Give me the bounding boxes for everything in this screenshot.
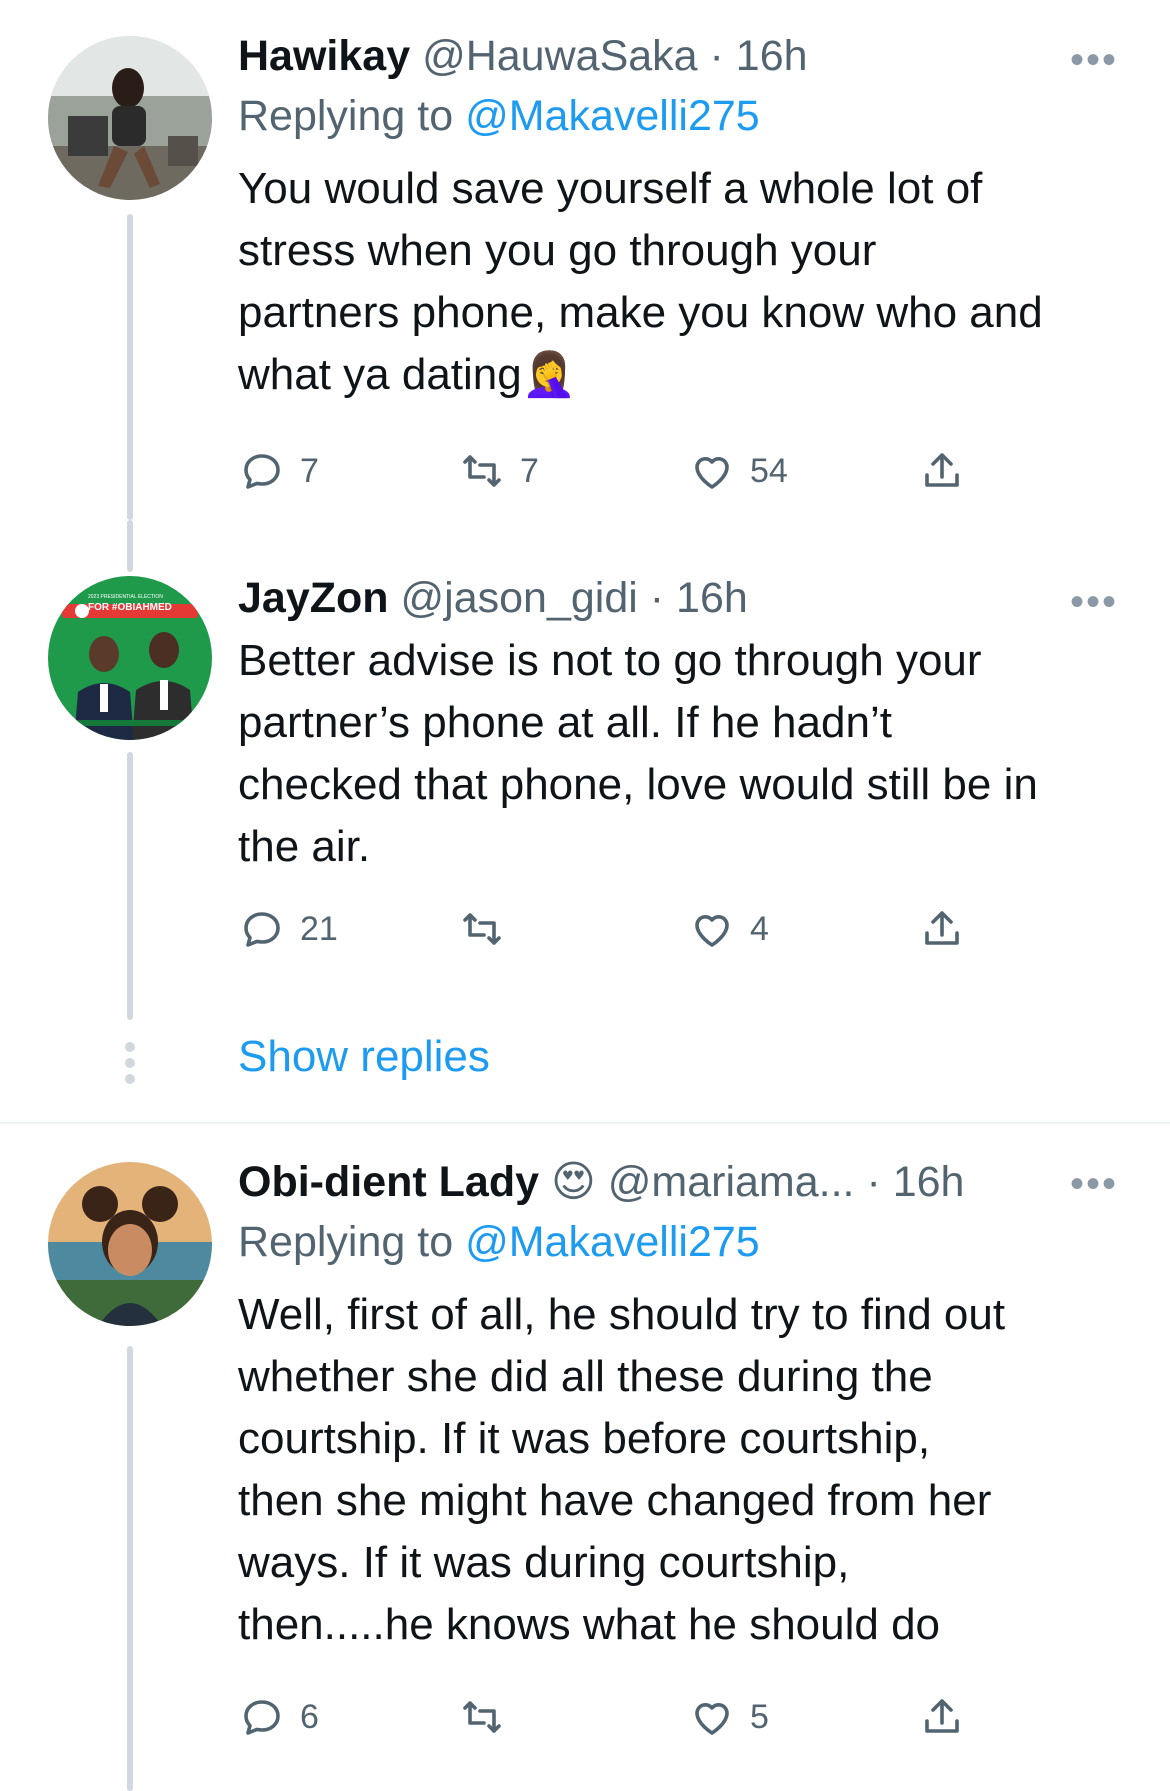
show-replies-link[interactable]: Show replies bbox=[238, 1032, 490, 1082]
reply-button[interactable]: 7 bbox=[238, 446, 319, 496]
tweet-obi-dient-lady[interactable]: Obi-dient Lady 😍 @mariama... · 16h Reply… bbox=[0, 1124, 1170, 1791]
replying-to: Replying to @Makavelli275 bbox=[238, 1218, 760, 1266]
avatar[interactable] bbox=[48, 36, 212, 200]
action-bar: 6 5 bbox=[238, 1692, 998, 1742]
tweet-text: Better advise is not to go through your … bbox=[238, 636, 1038, 871]
share-button[interactable] bbox=[918, 1692, 966, 1742]
replying-to: Replying to @Makavelli275 bbox=[238, 92, 760, 140]
retweet-count: 7 bbox=[520, 451, 539, 490]
more-icon[interactable]: ••• bbox=[1070, 1162, 1118, 1207]
retweet-button[interactable]: 7 bbox=[458, 446, 539, 496]
thread-line bbox=[127, 520, 133, 572]
tweet-header: Obi-dient Lady 😍 @mariama... · 16h bbox=[238, 1156, 1130, 1208]
display-name[interactable]: Hawikay bbox=[238, 32, 410, 80]
reply-icon bbox=[244, 454, 280, 489]
action-bar: 21 4 bbox=[238, 904, 998, 954]
like-count: 54 bbox=[750, 451, 788, 490]
replying-to-link[interactable]: @Makavelli275 bbox=[465, 92, 760, 140]
thread-line bbox=[127, 1346, 133, 1791]
like-button[interactable]: 5 bbox=[688, 1692, 769, 1742]
reply-count: 7 bbox=[300, 451, 319, 490]
handle[interactable]: @HauwaSaka bbox=[422, 32, 698, 80]
tweet-jayzon[interactable]: FOR #OBIAHMED 2023 PRESIDENTIAL ELECTION… bbox=[0, 520, 1170, 1120]
like-icon bbox=[695, 915, 729, 947]
tweet-header: Hawikay @HauwaSaka · 16h bbox=[238, 30, 1130, 82]
share-icon bbox=[925, 1699, 959, 1733]
reply-button[interactable]: 6 bbox=[238, 1692, 319, 1742]
like-button[interactable]: 54 bbox=[688, 446, 788, 496]
timestamp[interactable]: · 16h bbox=[650, 574, 748, 622]
more-icon[interactable]: ••• bbox=[1070, 580, 1118, 625]
display-name[interactable]: Obi-dient Lady bbox=[238, 1158, 539, 1206]
thread-more-dots bbox=[122, 1042, 138, 1090]
retweet-icon bbox=[463, 913, 501, 945]
like-icon bbox=[695, 457, 729, 489]
retweet-button[interactable] bbox=[458, 1692, 520, 1742]
tweet-text: You would save yourself a whole lot of s… bbox=[238, 164, 1043, 399]
like-icon bbox=[695, 1703, 729, 1735]
display-name[interactable]: JayZon bbox=[238, 574, 389, 622]
heart-eyes-emoji: 😍 bbox=[550, 1158, 596, 1206]
thread-line bbox=[127, 214, 133, 520]
like-count: 5 bbox=[750, 1697, 769, 1736]
avatar[interactable] bbox=[48, 1162, 212, 1326]
thread-line bbox=[127, 752, 133, 1020]
reply-count: 21 bbox=[300, 909, 338, 948]
reply-button[interactable]: 21 bbox=[238, 904, 338, 954]
avatar-banner-text: FOR #OBIAHMED bbox=[88, 602, 172, 613]
reply-icon bbox=[244, 1700, 280, 1735]
timestamp[interactable]: · 16h bbox=[866, 1158, 964, 1206]
share-button[interactable] bbox=[918, 446, 966, 496]
like-button[interactable]: 4 bbox=[688, 904, 769, 954]
like-count: 4 bbox=[750, 909, 769, 948]
facepalm-emoji: 🤦‍♀️ bbox=[521, 350, 577, 399]
tweet-hawikay[interactable]: Hawikay @HauwaSaka · 16h Replying to @Ma… bbox=[0, 0, 1170, 520]
action-bar: 7 7 54 bbox=[238, 446, 998, 496]
share-icon bbox=[925, 911, 959, 945]
reply-count: 6 bbox=[300, 1697, 319, 1736]
replying-to-link[interactable]: @Makavelli275 bbox=[465, 1218, 760, 1266]
timestamp[interactable]: · 16h bbox=[710, 32, 808, 80]
campaign-avatar bbox=[48, 576, 212, 740]
retweet-icon bbox=[463, 1701, 501, 1733]
avatar-photo bbox=[48, 36, 212, 200]
share-button[interactable] bbox=[918, 904, 966, 954]
retweet-icon bbox=[463, 455, 501, 487]
tweet-header: JayZon @jason_gidi · 16h bbox=[238, 572, 1130, 624]
reply-icon bbox=[244, 912, 280, 947]
avatar-illustration bbox=[48, 1162, 212, 1326]
handle[interactable]: @jason_gidi bbox=[401, 574, 638, 622]
avatar-small-text: 2023 PRESIDENTIAL ELECTION bbox=[88, 594, 163, 600]
share-icon bbox=[925, 453, 959, 487]
avatar[interactable]: FOR #OBIAHMED 2023 PRESIDENTIAL ELECTION bbox=[48, 576, 212, 740]
more-icon[interactable]: ••• bbox=[1070, 38, 1118, 83]
retweet-button[interactable] bbox=[458, 904, 520, 954]
handle[interactable]: @mariama... bbox=[608, 1158, 855, 1206]
tweet-text: Well, first of all, he should try to fin… bbox=[238, 1290, 1006, 1649]
